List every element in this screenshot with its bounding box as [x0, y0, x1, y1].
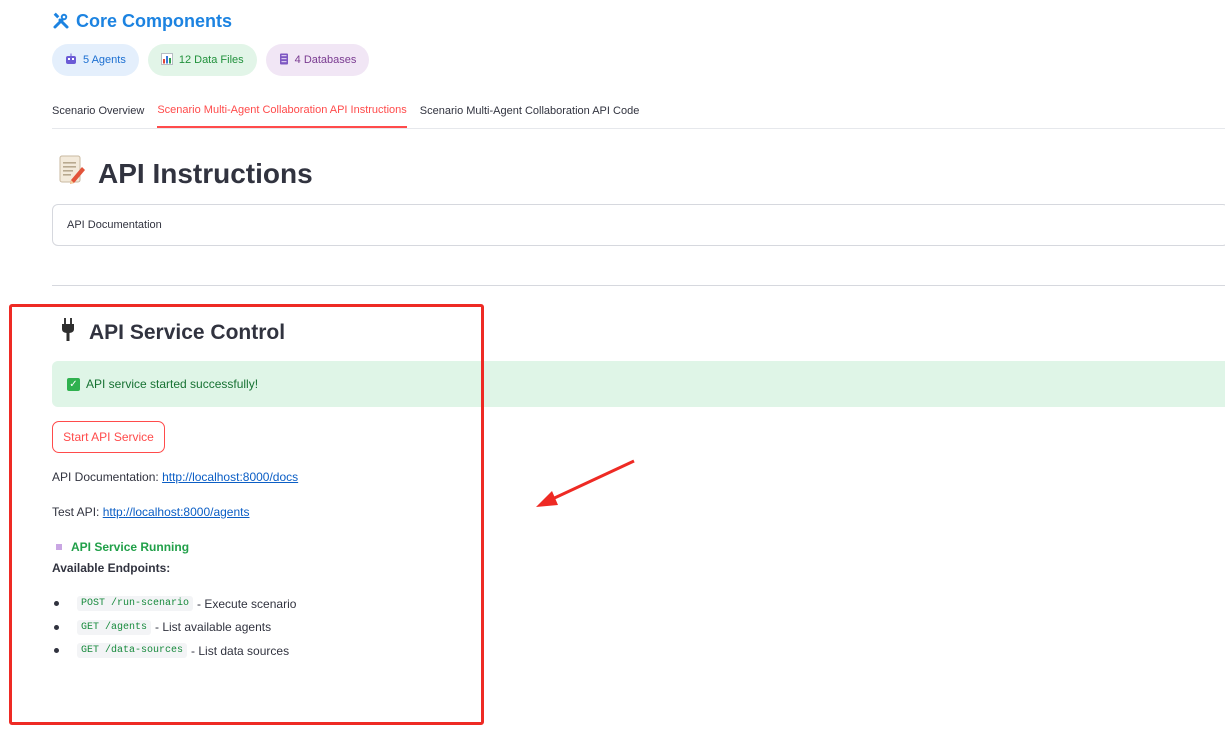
core-components-label: Core Components: [76, 10, 233, 31]
endpoint-code: POST /run-scenario: [77, 596, 194, 612]
core-components-title: Core Components: [52, 8, 232, 34]
api-docs-link[interactable]: http://localhost:8000/docs: [162, 470, 298, 484]
badge-row: 5 Agents 12 Data Files 4 Databases: [52, 44, 370, 76]
bullet-icon: [54, 648, 59, 654]
database-icon: [279, 53, 289, 68]
databases-badge: 4 Databases: [265, 44, 370, 76]
api-documentation-expander[interactable]: API Documentation: [52, 204, 1225, 246]
endpoint-description: - List data sources: [191, 643, 290, 658]
api-documentation-expander-label: API Documentation: [67, 219, 162, 231]
start-api-service-button[interactable]: Start API Service: [52, 421, 165, 453]
available-endpoints-label: Available Endpoints:: [52, 561, 171, 575]
tab-bar: Scenario Overview Scenario Multi-Agent C…: [52, 94, 1225, 129]
api-running-status: API Service Running: [56, 540, 189, 554]
test-api-prefix: Test API:: [52, 505, 103, 519]
check-icon: ✓: [67, 377, 80, 391]
tab-scenario-overview[interactable]: Scenario Overview: [52, 94, 144, 127]
api-service-control-heading: API Service Control: [60, 318, 285, 348]
success-alert: ✓ API service started successfully!: [52, 361, 1225, 407]
list-item: GET /agents - List available agents: [52, 616, 296, 640]
list-item: POST /run-scenario - Execute scenario: [52, 592, 296, 616]
data-files-badge: 12 Data Files: [147, 44, 257, 76]
list-item: GET /data-sources - List data sources: [52, 639, 296, 663]
bar-chart-icon: [160, 52, 173, 68]
agents-badge-label: 5 Agents: [83, 54, 126, 66]
endpoint-list: POST /run-scenario - Execute scenario GE…: [52, 592, 296, 663]
api-service-control-title: API Service Control: [89, 321, 286, 344]
api-instructions-heading: API Instructions: [58, 155, 313, 192]
page: Core Components 5 Agents 12 Data Files 4…: [0, 0, 1225, 737]
endpoint-code: GET /agents: [77, 619, 152, 635]
data-files-badge-label: 12 Data Files: [178, 54, 244, 66]
annotation-arrow-icon: [536, 459, 635, 507]
agents-badge: 5 Agents: [52, 44, 139, 76]
api-docs-prefix: API Documentation:: [52, 470, 163, 484]
status-dot-icon: [56, 544, 62, 550]
api-running-label: API Service Running: [71, 540, 190, 554]
api-instructions-title: API Instructions: [98, 157, 313, 189]
tab-api-code[interactable]: Scenario Multi-Agent Collaboration API C…: [420, 94, 640, 127]
section-divider: [52, 285, 1225, 286]
endpoint-description: - Execute scenario: [197, 596, 297, 611]
test-api-line: Test API: http://localhost:8000/agents: [52, 505, 249, 519]
tab-api-instructions[interactable]: Scenario Multi-Agent Collaboration API I…: [157, 94, 407, 128]
endpoint-code: GET /data-sources: [77, 643, 188, 659]
memo-icon: [58, 155, 86, 192]
bullet-icon: [54, 624, 59, 630]
robot-icon: [65, 53, 77, 68]
plug-icon: [60, 318, 76, 348]
endpoint-description: - List available agents: [155, 620, 272, 635]
tools-icon: [52, 12, 70, 30]
test-api-link[interactable]: http://localhost:8000/agents: [103, 505, 250, 519]
api-docs-line: API Documentation: http://localhost:8000…: [52, 470, 298, 484]
databases-badge-label: 4 Databases: [294, 54, 357, 66]
success-message: API service started successfully!: [86, 377, 259, 391]
bullet-icon: [54, 601, 59, 607]
